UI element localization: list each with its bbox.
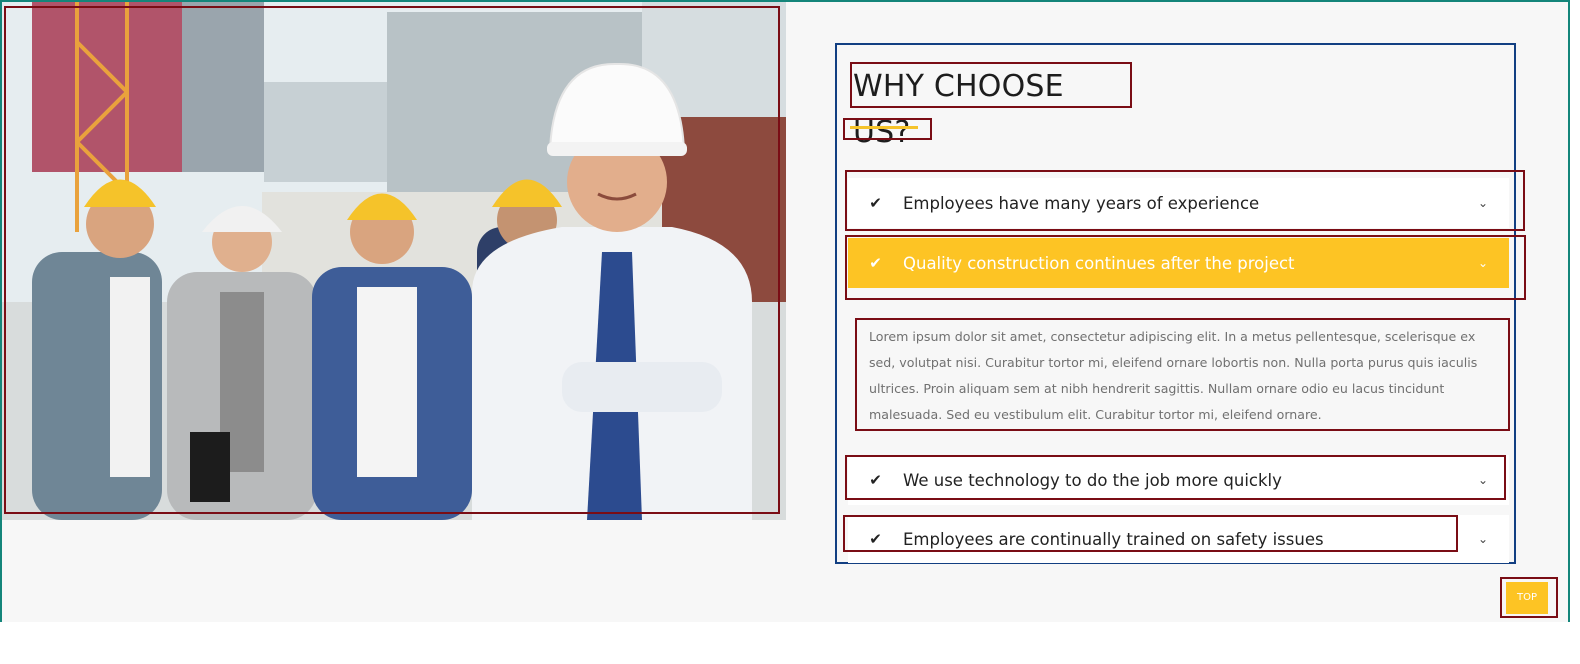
accordion-item-technology[interactable]: ✔ We use technology to do the job more q… <box>848 455 1509 505</box>
title-underline <box>850 126 918 129</box>
title-underline-outline <box>843 118 932 140</box>
section-title: WHY CHOOSE US? <box>850 62 1132 150</box>
check-icon: ✔ <box>869 194 882 212</box>
scroll-to-top-button[interactable]: TOP <box>1500 577 1558 618</box>
chevron-down-icon: ⌄ <box>1477 532 1489 546</box>
check-icon: ✔ <box>869 254 882 272</box>
accordion-label: We use technology to do the job more qui… <box>903 470 1282 490</box>
chevron-down-icon: ⌄ <box>1477 196 1489 210</box>
scroll-to-top-label: TOP <box>1506 582 1548 614</box>
accordion-item-experience[interactable]: ✔ Employees have many years of experienc… <box>848 178 1509 228</box>
team-photo-illustration <box>2 2 786 520</box>
accordion-label: Employees are continually trained on saf… <box>903 529 1324 549</box>
team-photo <box>2 2 786 520</box>
accordion-body: Lorem ipsum dolor sit amet, consectetur … <box>855 318 1510 431</box>
accordion-item-safety[interactable]: ✔ Employees are continually trained on s… <box>848 515 1509 563</box>
chevron-down-icon: ⌄ <box>1477 473 1489 487</box>
chevron-down-icon: ⌄ <box>1477 256 1489 270</box>
accordion-label: Quality construction continues after the… <box>903 253 1295 273</box>
page-bottom <box>0 622 1580 664</box>
accordion-item-quality[interactable]: ✔ Quality construction continues after t… <box>848 238 1509 288</box>
check-icon: ✔ <box>869 471 882 489</box>
check-icon: ✔ <box>869 530 882 548</box>
accordion-label: Employees have many years of experience <box>903 193 1260 213</box>
